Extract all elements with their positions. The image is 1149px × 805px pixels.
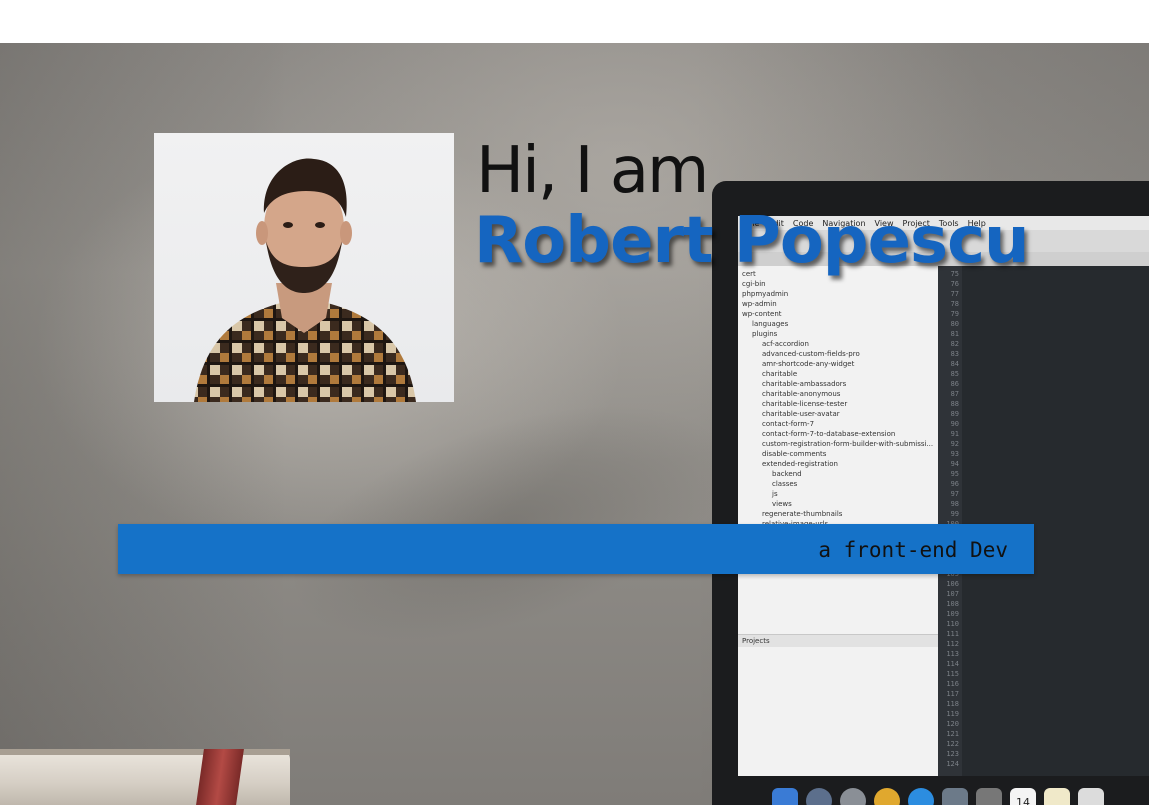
mac-dock: 14 bbox=[772, 781, 1149, 805]
file-tree: cert cgi-bin phpmyadmin wp-admin wp-cont… bbox=[738, 266, 942, 776]
tree-item: plugins bbox=[752, 330, 778, 338]
tree-item: charitable bbox=[762, 370, 798, 378]
tree-item: advanced-custom-fields-pro bbox=[762, 350, 860, 358]
tree-item: js bbox=[772, 490, 778, 498]
top-bar bbox=[0, 0, 1149, 43]
tree-item: charitable-license-tester bbox=[762, 400, 848, 408]
code-editor: 75 76 77 78 79 80 81 82 83 84 85 86 87 8… bbox=[938, 266, 1149, 776]
tree-item: views bbox=[772, 500, 792, 508]
book-band bbox=[196, 749, 244, 805]
profile-photo bbox=[154, 133, 454, 402]
settings-icon bbox=[976, 788, 1002, 805]
tree-item: regenerate-thumbnails bbox=[762, 510, 843, 518]
greeting-text: Hi, I am bbox=[476, 134, 709, 208]
tree-item: classes bbox=[772, 480, 798, 488]
tree-item: languages bbox=[752, 320, 789, 328]
reminders-icon bbox=[1078, 788, 1104, 805]
tree-item: wp-content bbox=[742, 310, 782, 318]
chrome-icon bbox=[874, 788, 900, 805]
projects-panel-label: Projects bbox=[738, 634, 942, 647]
role-banner: a front-end Dev bbox=[118, 524, 1034, 574]
tree-item: contact-form-7 bbox=[762, 420, 815, 428]
calendar-icon: 14 bbox=[1010, 788, 1036, 805]
tree-item: charitable-user-avatar bbox=[762, 410, 840, 418]
preview-icon bbox=[942, 788, 968, 805]
line-gutter: 75 76 77 78 79 80 81 82 83 84 85 86 87 8… bbox=[938, 266, 962, 776]
tree-item: charitable-anonymous bbox=[762, 390, 841, 398]
tree-item: amr-shortcode-any-widget bbox=[762, 360, 855, 368]
tree-item: backend bbox=[772, 470, 802, 478]
safari-icon bbox=[908, 788, 934, 805]
notes-icon bbox=[1044, 788, 1070, 805]
book-spine bbox=[0, 749, 290, 755]
tree-item: acf-accordion bbox=[762, 340, 809, 348]
tree-item: custom-registration-form-builder-with-su… bbox=[762, 440, 934, 448]
laptop-screen: File Edit Code Navigation View Project T… bbox=[738, 216, 1149, 776]
finder-icon bbox=[772, 788, 798, 805]
tree-item: phpmyadmin bbox=[742, 290, 789, 298]
background-book bbox=[0, 749, 290, 805]
role-text: a front-end Dev bbox=[818, 538, 1008, 562]
siri-icon bbox=[806, 788, 832, 805]
tree-item: cgi-bin bbox=[742, 280, 766, 288]
tree-item: charitable-ambassadors bbox=[762, 380, 847, 388]
launchpad-icon bbox=[840, 788, 866, 805]
tree-item: extended-registration bbox=[762, 460, 838, 468]
developer-name: Robert Popescu bbox=[474, 204, 1030, 278]
person-portrait-icon bbox=[194, 158, 416, 402]
tree-item: contact-form-7-to-database-extension bbox=[762, 430, 896, 438]
tree-item: wp-admin bbox=[742, 300, 777, 308]
tree-item: disable-comments bbox=[762, 450, 827, 458]
